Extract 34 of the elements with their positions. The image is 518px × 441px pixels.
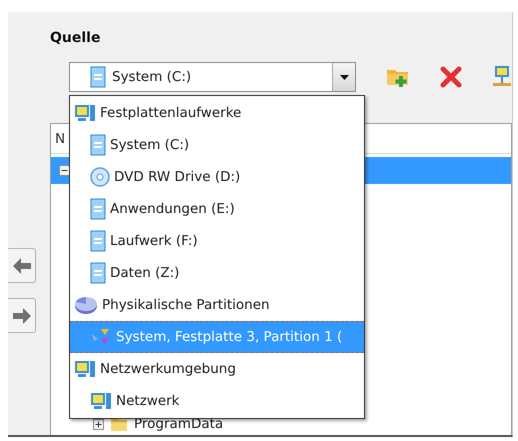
drive-icon (90, 198, 106, 220)
dropdown-group[interactable]: Physikalische Partitionen (70, 289, 364, 321)
left-arrow-icon (12, 258, 30, 274)
drive-icon (90, 134, 106, 156)
section-title: Quelle (50, 30, 102, 48)
collapse-icon[interactable] (59, 165, 70, 176)
dropdown-group[interactable]: Festplattenlaufwerke (70, 97, 364, 129)
folder-icon (110, 416, 128, 432)
computer-icon (90, 392, 112, 410)
delete-icon[interactable] (440, 66, 462, 88)
right-arrow-icon (12, 308, 30, 324)
computer-icon (74, 104, 96, 122)
partition-icon (90, 327, 112, 347)
dropdown-item[interactable]: System (C:) (70, 129, 364, 161)
forward-button[interactable] (8, 298, 36, 333)
caret-icon (340, 74, 348, 80)
dropdown-item[interactable]: Anwendungen (E:) (70, 193, 364, 225)
drive-icon (90, 66, 106, 88)
network-computer-icon[interactable] (492, 65, 512, 89)
dropdown-item[interactable]: Laufwerk (F:) (70, 225, 364, 257)
disk-icon (74, 295, 98, 315)
tree-item[interactable]: ProgramData (134, 416, 224, 432)
drive-icon (90, 262, 106, 284)
dropdown-item[interactable]: Netzwerk (70, 385, 364, 417)
dropdown-item[interactable]: DVD RW Drive (D:) (70, 161, 364, 193)
computer-icon (74, 360, 96, 378)
drive-icon (90, 230, 106, 252)
dropdown-item[interactable]: Daten (Z:) (70, 257, 364, 289)
dropdown-group[interactable]: Netzwerkumgebung (70, 353, 364, 385)
expand-icon[interactable] (93, 418, 104, 430)
back-button[interactable] (8, 248, 36, 283)
add-folder-icon[interactable] (386, 67, 410, 87)
drive-dropdown[interactable]: System (C:) (69, 62, 356, 92)
disc-icon (90, 167, 110, 187)
